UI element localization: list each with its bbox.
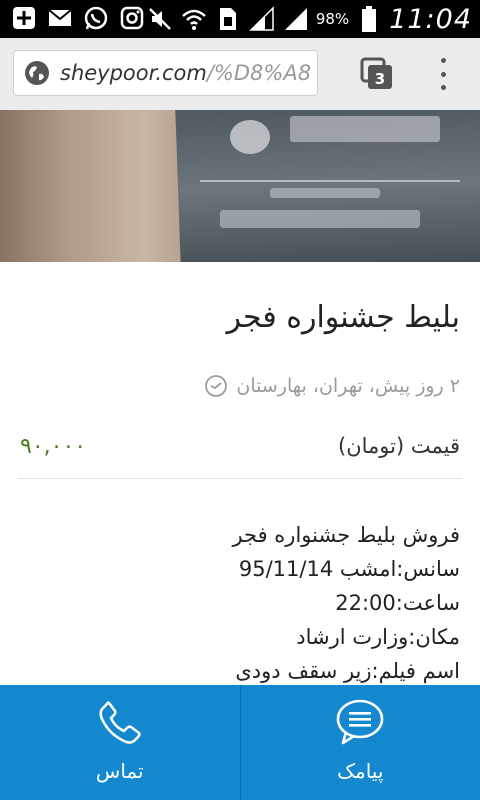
mute-icon: [146, 5, 174, 33]
call-button[interactable]: تماس: [0, 685, 240, 800]
price-value: ۹۰,۰۰۰: [20, 434, 87, 459]
clock: 11:04: [389, 3, 472, 35]
battery-percent: 98%: [315, 10, 350, 28]
listing-description: فروش بلیط جشنواره فجر سانس:امشب 95/11/14…: [20, 518, 460, 688]
listing-photo[interactable]: [0, 110, 480, 262]
description-line: ساعت:22:00: [335, 591, 460, 615]
tabs-icon: 3: [360, 57, 392, 89]
globe-icon: [25, 61, 49, 85]
call-label: تماس: [95, 759, 144, 783]
photo-text-graphic: [290, 116, 440, 142]
tabs-button[interactable]: 3: [360, 57, 394, 91]
logo-graphic: [230, 120, 270, 154]
url-path: /%D8%A8: [206, 61, 312, 85]
meta-text: ۲ روز پیش، تهران، بهارستان: [236, 375, 460, 397]
system-status: 98% 11:04: [146, 0, 472, 38]
phone-icon: [99, 701, 141, 744]
sms-label: پیامک: [337, 759, 384, 783]
menu-dot: [440, 58, 446, 63]
listing-title: بلیط جشنواره فجر: [226, 300, 460, 335]
description-line: مکان:وزارت ارشاد: [296, 625, 460, 649]
divider: [18, 478, 462, 479]
photo-text-graphic: [220, 210, 420, 228]
photo-text-graphic: [270, 188, 380, 198]
photo-line: [200, 180, 460, 182]
listing-meta: ۲ روز پیش، تهران، بهارستان: [204, 374, 460, 398]
contact-action-bar: تماس پیامک: [0, 685, 480, 800]
sim-icon: [214, 5, 242, 33]
menu-dot: [440, 85, 446, 90]
mail-icon: [46, 4, 74, 32]
battery-icon: [355, 5, 383, 33]
status-bar: 98% 11:04: [0, 0, 480, 38]
message-icon: [336, 699, 384, 745]
instagram-icon: [118, 4, 146, 32]
sms-button[interactable]: پیامک: [239, 685, 480, 800]
address-bar[interactable]: sheypoor.com/%D8%A8: [13, 50, 318, 96]
menu-dot: [440, 71, 446, 77]
wifi-icon: [180, 5, 208, 33]
url-host: sheypoor.com: [60, 61, 207, 85]
browser-toolbar: sheypoor.com/%D8%A8 3: [0, 38, 480, 110]
price-label: قیمت (تومان): [338, 434, 460, 458]
overflow-menu-button[interactable]: [436, 58, 450, 90]
url-text: sheypoor.com/%D8%A8: [60, 61, 317, 85]
add-icon: [10, 4, 38, 32]
signal-icon: [248, 5, 276, 33]
whatsapp-icon: [82, 4, 110, 32]
signal-full-icon: [282, 5, 310, 33]
tab-count: 3: [375, 70, 385, 88]
notification-icons: [10, 4, 146, 32]
description-line: اسم فیلم:زیر سقف دودی: [235, 659, 460, 683]
description-line: سانس:امشب 95/11/14: [238, 557, 460, 581]
description-line: فروش بلیط جشنواره فجر: [232, 523, 460, 547]
clock-icon: [205, 375, 228, 397]
